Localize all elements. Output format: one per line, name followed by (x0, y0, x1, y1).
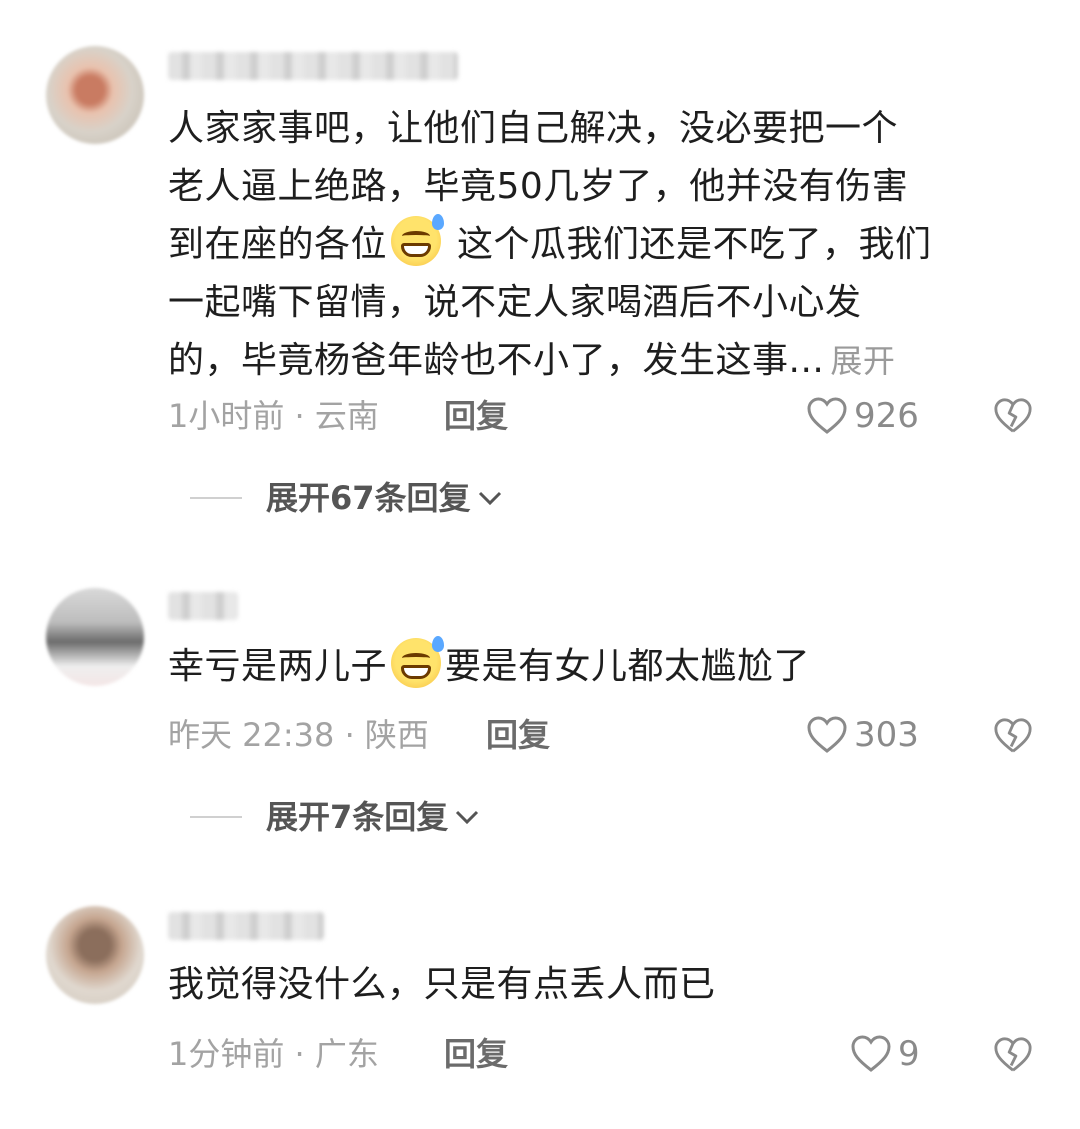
expand-replies-button[interactable]: 展开7条回复 (190, 795, 480, 839)
like-button[interactable]: 9 (850, 1032, 920, 1076)
comment-meta: 昨天 22:38 · 陕西 (168, 716, 429, 754)
reply-button[interactable]: 回复 (444, 394, 508, 438)
expand-replies-button[interactable]: 展开67条回复 (190, 476, 503, 520)
comment-text: 幸亏是两儿子 要是有女儿都太尴尬了 (168, 636, 1038, 696)
like-count: 926 (854, 396, 919, 436)
username-blurred[interactable] (168, 912, 324, 940)
username-blurred[interactable] (168, 592, 238, 620)
broken-heart-icon[interactable] (993, 1035, 1033, 1075)
reply-button[interactable]: 回复 (444, 1032, 508, 1076)
expand-text-link[interactable]: 展开 (830, 342, 895, 380)
like-count: 303 (854, 715, 919, 755)
reply-button[interactable]: 回复 (486, 713, 550, 757)
like-count: 9 (898, 1034, 920, 1074)
like-button[interactable]: 303 (806, 713, 919, 757)
heart-icon (807, 397, 847, 434)
expand-replies-label: 展开67条回复 (266, 479, 471, 517)
comment-meta: 1分钟前 · 广东 (168, 1035, 379, 1073)
broken-heart-icon[interactable] (993, 396, 1033, 436)
chevron-down-icon (478, 491, 501, 506)
like-button[interactable]: 926 (806, 394, 919, 438)
divider (190, 816, 242, 818)
rolling-laughing-emoji (391, 636, 445, 688)
avatar[interactable] (46, 588, 144, 686)
chevron-down-icon (456, 810, 479, 825)
avatar[interactable] (46, 46, 144, 144)
username-blurred[interactable] (168, 52, 458, 80)
comment-meta: 1小时前 · 云南 (168, 397, 379, 435)
comment-text: 人家家事吧，让他们自己解决，没必要把一个 老人逼上绝路，毕竟50几岁了，他并没有… (168, 108, 932, 381)
heart-icon (851, 1035, 891, 1072)
broken-heart-icon[interactable] (993, 716, 1033, 756)
comment-text: 我觉得没什么，只是有点丢人而已 (168, 964, 716, 1005)
expand-replies-label: 展开7条回复 (266, 798, 449, 836)
divider (190, 497, 242, 499)
sweat-smile-emoji (391, 214, 445, 266)
heart-icon (807, 716, 847, 753)
avatar[interactable] (46, 906, 144, 1004)
